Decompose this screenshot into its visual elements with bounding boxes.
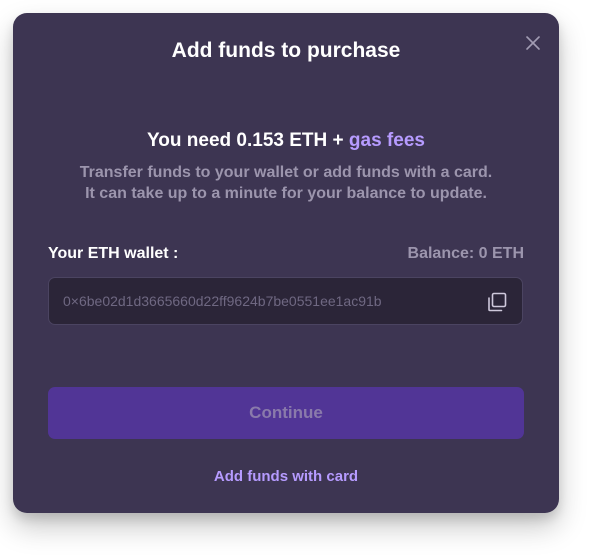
add-funds-with-card-link[interactable]: Add funds with card: [13, 468, 559, 485]
wallet-address[interactable]: 0×6be02d1d3665660d22ff9624b7be0551ee1ac9…: [63, 293, 382, 309]
wallet-label: Your ETH wallet :: [48, 245, 179, 262]
add-funds-modal: Add funds to purchase You need 0.153 ETH…: [13, 13, 559, 513]
gas-fees-link[interactable]: gas fees: [349, 130, 425, 151]
transfer-description: Transfer funds to your wallet or add fun…: [13, 162, 559, 204]
close-icon: [526, 36, 540, 50]
close-button[interactable]: [523, 33, 543, 53]
description-line-1: Transfer funds to your wallet or add fun…: [79, 164, 493, 181]
copy-address-button[interactable]: [486, 291, 508, 313]
required-amount-text: You need 0.153 ETH +: [147, 130, 349, 151]
copy-icon: [488, 292, 507, 312]
wallet-balance: Balance: 0 ETH: [407, 245, 524, 262]
description-line-2: It can take up to a minute for your bala…: [85, 185, 487, 202]
continue-button[interactable]: Continue: [48, 387, 524, 439]
wallet-address-field[interactable]: 0×6be02d1d3665660d22ff9624b7be0551ee1ac9…: [48, 277, 523, 325]
modal-title: Add funds to purchase: [171, 39, 401, 62]
required-amount: You need 0.153 ETH + gas fees: [13, 130, 559, 152]
